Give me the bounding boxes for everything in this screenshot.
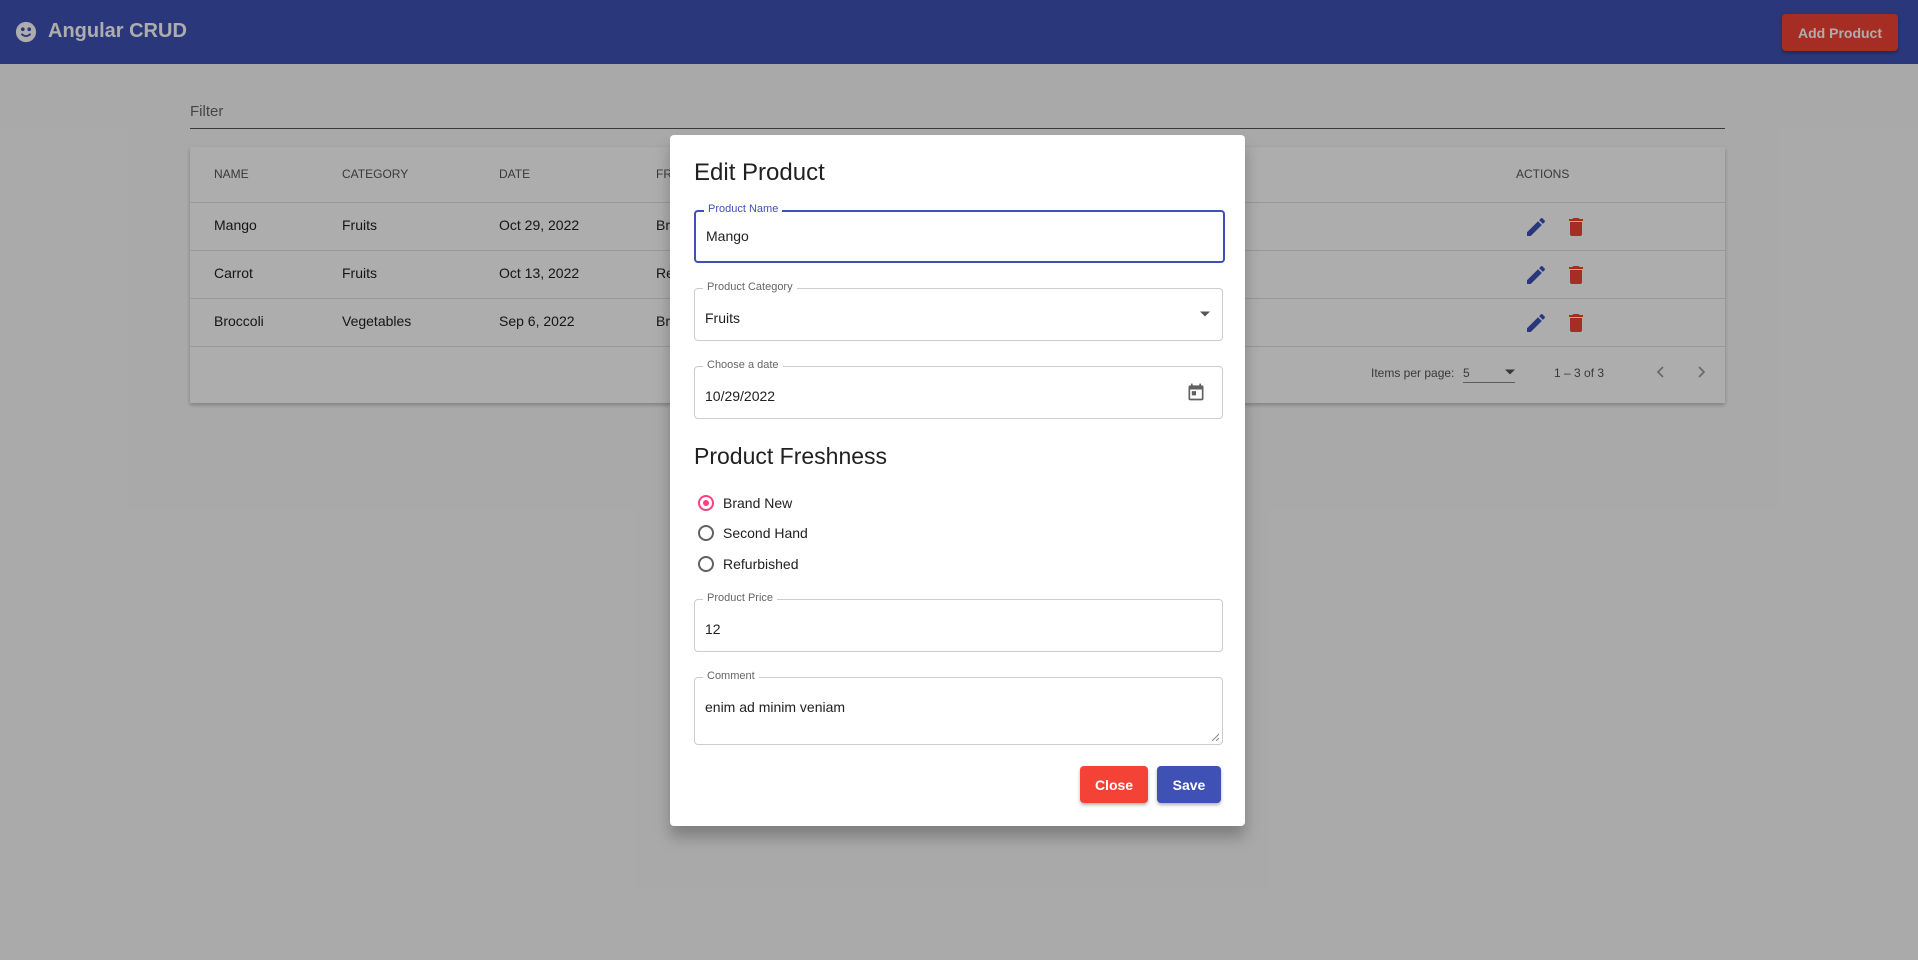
- product-name-field[interactable]: Product Name Mango: [694, 203, 1225, 263]
- chevron-down-icon: [1200, 311, 1210, 317]
- radio-second-hand[interactable]: Second Hand: [698, 525, 808, 541]
- product-price-field[interactable]: Product Price 12: [694, 592, 1223, 652]
- product-category-label: Product Category: [703, 281, 797, 293]
- close-button[interactable]: Close: [1080, 766, 1148, 803]
- product-name-label: Product Name: [704, 203, 783, 215]
- resize-handle-icon[interactable]: [1211, 733, 1219, 741]
- dialog-title: Edit Product: [694, 159, 825, 186]
- product-category-select[interactable]: Product Category Fruits: [694, 281, 1223, 341]
- radio-button-checked[interactable]: [698, 495, 714, 511]
- radio-label: Second Hand: [723, 525, 808, 541]
- date-field[interactable]: Choose a date 10/29/2022: [694, 359, 1223, 419]
- radio-refurbished[interactable]: Refurbished: [698, 556, 799, 572]
- product-price-label: Product Price: [703, 592, 778, 604]
- radio-brand-new[interactable]: Brand New: [698, 495, 792, 511]
- product-price-value: 12: [705, 621, 721, 637]
- comment-label: Comment: [703, 670, 759, 682]
- date-value: 10/29/2022: [705, 388, 776, 404]
- product-category-value: Fruits: [705, 310, 740, 326]
- edit-product-dialog: Edit Product Product Name Mango Product …: [670, 135, 1245, 826]
- comment-textarea[interactable]: Comment enim ad minim veniam: [694, 670, 1223, 745]
- date-label: Choose a date: [703, 359, 783, 371]
- comment-value: enim ad minim veniam: [705, 699, 846, 715]
- radio-label: Brand New: [723, 495, 793, 511]
- calendar-icon[interactable]: [1186, 382, 1206, 402]
- product-name-value: Mango: [706, 228, 749, 244]
- radio-button[interactable]: [698, 525, 714, 541]
- save-button[interactable]: Save: [1157, 766, 1221, 803]
- radio-button[interactable]: [698, 556, 714, 572]
- freshness-title: Product Freshness: [694, 443, 888, 469]
- radio-label: Refurbished: [723, 556, 799, 572]
